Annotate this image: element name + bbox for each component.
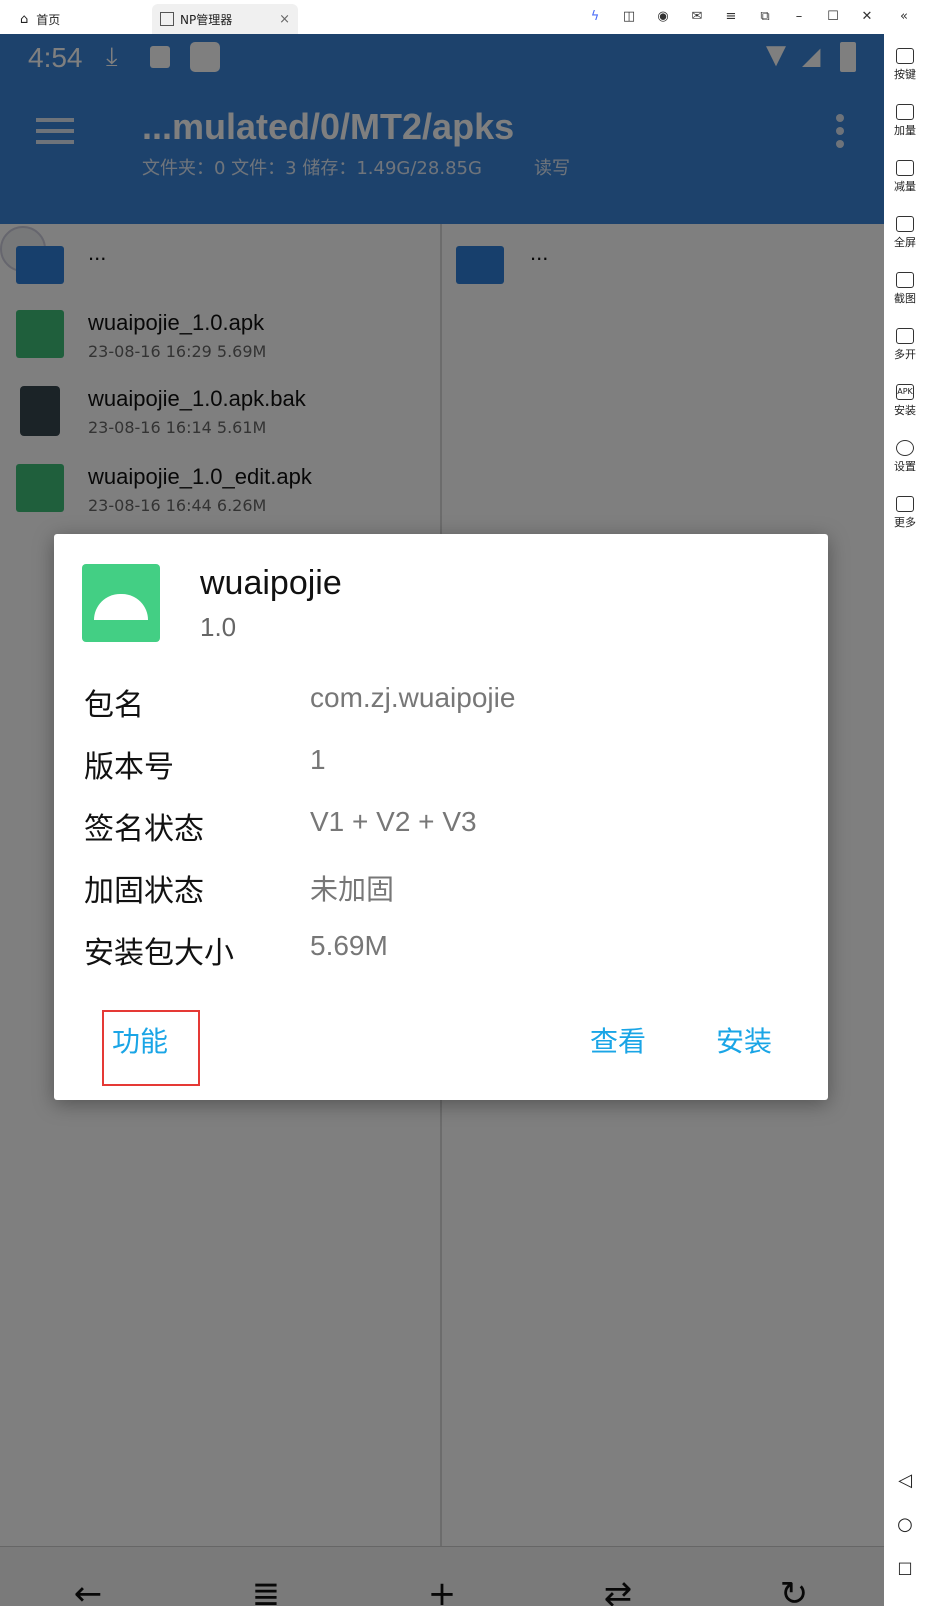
nav-back-icon[interactable]: ◁ <box>884 1470 926 1491</box>
apk-info-dialog: wuaipojie 1.0 包名 com.zj.wuaipojie 版本号 1 … <box>54 534 828 1100</box>
sidebar-item-multi[interactable]: 多开 <box>884 328 926 362</box>
app-version: 1.0 <box>200 612 237 642</box>
nav-home-icon[interactable]: ○ <box>884 1514 926 1535</box>
value-version-code: 1 <box>310 744 326 775</box>
view-button[interactable]: 查看 <box>590 1020 646 1060</box>
keyboard-icon <box>896 48 914 64</box>
gamepad-icon[interactable]: ◫ <box>620 8 638 26</box>
app-name: wuaipojie <box>200 564 342 602</box>
label-protection-status: 加固状态 <box>84 874 204 909</box>
sidebar-label: 更多 <box>894 516 916 529</box>
label-version-code: 版本号 <box>84 750 174 785</box>
value-signature-status: V1 + V2 + V3 <box>310 806 477 837</box>
sidebar-label: 全屏 <box>894 236 916 249</box>
volume-down-icon <box>896 160 914 176</box>
sidebar-item-fullscreen[interactable]: 全屏 <box>884 216 926 250</box>
minimize-icon[interactable]: – <box>790 8 808 26</box>
volume-up-icon <box>896 104 914 120</box>
mail-icon[interactable]: ✉ <box>688 8 706 26</box>
function-button[interactable]: 功能 <box>112 1020 168 1060</box>
sidebar-label: 截图 <box>894 292 916 305</box>
tab-home[interactable]: ⌂ 首页 <box>10 4 150 34</box>
label-signature-status: 签名状态 <box>84 812 204 847</box>
sidebar-label: 多开 <box>894 348 916 361</box>
sidebar-item-keys[interactable]: 按键 <box>884 48 926 82</box>
value-package-name: com.zj.wuaipojie <box>310 682 516 713</box>
apk-install-icon: APK <box>896 384 914 400</box>
sidebar-item-volume-up[interactable]: 加量 <box>884 104 926 138</box>
close-window-icon[interactable]: ✕ <box>858 8 876 26</box>
tab-home-label: 首页 <box>36 12 61 27</box>
tab-np-label: NP管理器 <box>180 12 233 27</box>
sidebar-item-volume-down[interactable]: 减量 <box>884 160 926 194</box>
user-icon[interactable]: ◉ <box>654 8 672 26</box>
android-app-icon <box>82 564 160 642</box>
value-package-size: 5.69M <box>310 930 388 961</box>
menu-icon[interactable]: ≡ <box>722 8 740 26</box>
close-tab-icon[interactable]: × <box>279 12 290 27</box>
more-icon <box>896 496 914 512</box>
settings-icon <box>896 440 914 456</box>
sidebar-item-more[interactable]: 更多 <box>884 496 926 530</box>
home-icon: ⌂ <box>20 11 29 27</box>
app-logo-icon <box>160 12 174 26</box>
label-package-size: 安装包大小 <box>84 936 234 971</box>
sidebar-label: 设置 <box>894 460 916 473</box>
sidebar-label: 减量 <box>894 180 916 193</box>
fullscreen-icon <box>896 216 914 232</box>
collapse-sidebar-icon[interactable]: « <box>895 8 913 26</box>
sidebar-item-settings[interactable]: 设置 <box>884 440 926 474</box>
tab-np-manager[interactable]: NP管理器 × <box>152 4 298 34</box>
nav-recents-icon[interactable]: □ <box>884 1558 926 1577</box>
label-package-name: 包名 <box>84 688 144 723</box>
sidebar-item-screenshot[interactable]: 截图 <box>884 272 926 306</box>
sidebar-label: 按键 <box>894 68 916 81</box>
install-button[interactable]: 安装 <box>716 1020 772 1060</box>
popout-icon[interactable]: ⧉ <box>756 8 774 26</box>
lightning-icon[interactable]: ϟ <box>586 8 604 26</box>
emulator-sidebar <box>884 34 926 1606</box>
maximize-icon[interactable]: ☐ <box>824 8 842 26</box>
value-protection-status: 未加固 <box>310 874 395 905</box>
multi-instance-icon <box>896 328 914 344</box>
scissors-icon <box>896 272 914 288</box>
sidebar-label: 安装 <box>894 404 916 417</box>
sidebar-label: 加量 <box>894 124 916 137</box>
sidebar-item-install[interactable]: APK 安装 <box>884 384 926 418</box>
